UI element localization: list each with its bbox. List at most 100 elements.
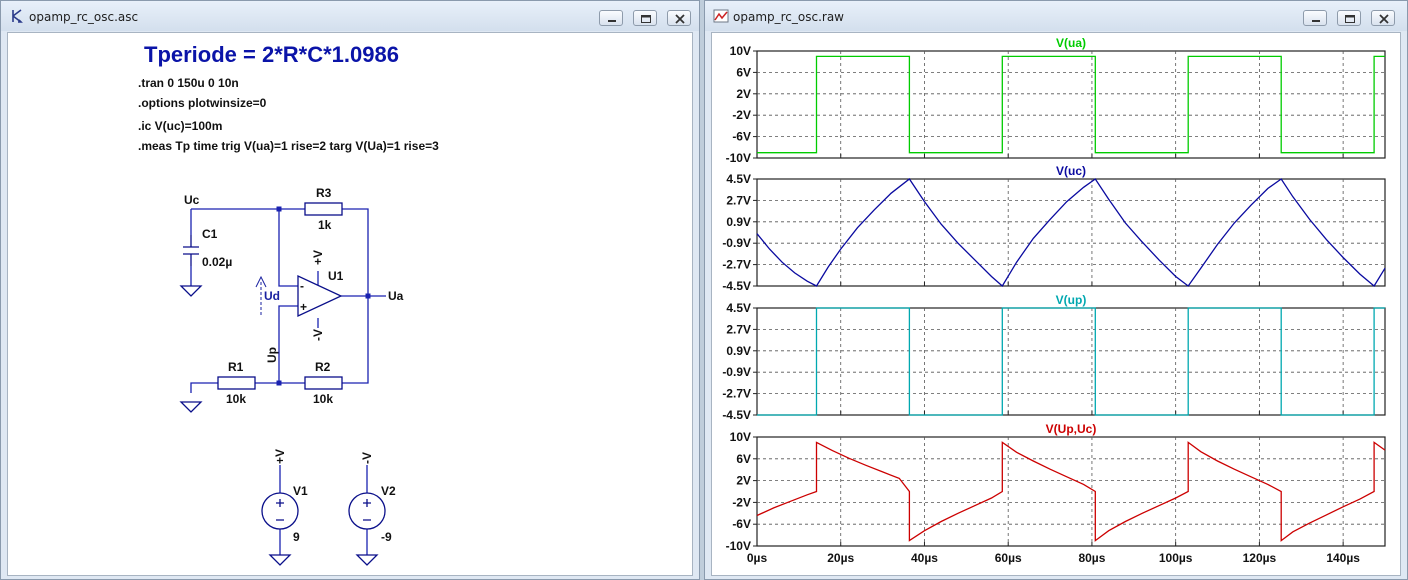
y-tick-label: 6V: [736, 452, 751, 466]
waveform-plots[interactable]: 10V 6V 2V -2V -6V -10V V(ua) 4.5V 2.7V 0.9V -0.9V -…: [712, 33, 1401, 576]
y-tick-label: 0.9V: [726, 215, 751, 229]
maximize-icon: [1345, 15, 1355, 23]
schematic-canvas[interactable]: Tperiode = 2*R*C*1.0986 .tran 0 150u 0 1…: [7, 32, 693, 576]
x-tick-label: 0µs: [747, 551, 768, 565]
waveform-maximize-button[interactable]: [1337, 10, 1361, 26]
minimize-button[interactable]: [599, 10, 623, 26]
waveform-close-button[interactable]: [1371, 10, 1395, 26]
y-tick-label: -2.7V: [722, 387, 751, 401]
y-tick-label: 10V: [730, 430, 751, 444]
waveform-window-title: opamp_rc_osc.raw: [733, 10, 844, 24]
schematic-window[interactable]: opamp_rc_osc.asc Tperiode = 2*R*C*1.0986…: [0, 0, 700, 580]
x-tick-label: 80µs: [1078, 551, 1105, 565]
net-label-up[interactable]: Up: [265, 347, 279, 363]
svg-text:9: 9: [293, 530, 300, 544]
opamp-u1[interactable]: - + U1 +V -V: [297, 250, 344, 341]
x-tick-label: 20µs: [827, 551, 854, 565]
plot-pane-2[interactable]: [756, 178, 1386, 287]
directive-meas[interactable]: .meas Tp time trig V(ua)=1 rise=2 targ V…: [138, 139, 439, 153]
svg-text:R1: R1: [228, 360, 244, 374]
y-tick-label: 4.5V: [726, 301, 751, 315]
waveform-viewer-icon: [713, 9, 729, 23]
ground-symbol-v1: [268, 554, 292, 566]
y-tick-label: -2.7V: [722, 258, 751, 272]
resistor-r2[interactable]: R2 10k: [304, 360, 343, 406]
y-tick-label: 2.7V: [726, 193, 751, 207]
schematic-window-title: opamp_rc_osc.asc: [29, 10, 139, 24]
ground-symbol-c1: [179, 285, 203, 297]
waveform-minimize-button[interactable]: [1303, 10, 1327, 26]
trace-title[interactable]: V(uc): [1056, 164, 1086, 178]
directive-ic[interactable]: .ic V(uc)=100m: [138, 119, 222, 133]
svg-text:10k: 10k: [226, 392, 246, 406]
y-tick-label: 0.9V: [726, 344, 751, 358]
minimize-icon: [1312, 20, 1320, 22]
svg-text:+V: +V: [311, 250, 325, 265]
trace-title[interactable]: V(Up,Uc): [1046, 422, 1097, 436]
plot-pane-1[interactable]: [756, 50, 1386, 159]
svg-text:1k: 1k: [318, 218, 332, 232]
svg-text:U1: U1: [328, 269, 344, 283]
net-label-uc[interactable]: Uc: [184, 193, 200, 207]
ud-voltage-arrow[interactable]: Ud: [255, 275, 280, 315]
svg-text:+: +: [300, 300, 307, 314]
maximize-button[interactable]: [633, 10, 657, 26]
x-tick-label: 140µs: [1326, 551, 1360, 565]
voltage-source-v1[interactable]: V1 9 +V: [261, 449, 308, 544]
trace-title[interactable]: V(ua): [1056, 36, 1086, 50]
plot-pane-4[interactable]: [756, 436, 1386, 547]
ground-symbol-r1: [179, 401, 203, 413]
x-tick-label: 100µs: [1159, 551, 1193, 565]
svg-text:-9: -9: [381, 530, 392, 544]
close-icon: [675, 14, 685, 24]
resistor-r3[interactable]: R3 1k: [304, 186, 343, 232]
waveform-plot-area[interactable]: 10V 6V 2V -2V -6V -10V V(ua) 4.5V 2.7V 0.9V -0.9V -…: [711, 32, 1401, 576]
y-tick-label: -6V: [732, 130, 751, 144]
svg-text:R2: R2: [315, 360, 331, 374]
svg-text:0.02µ: 0.02µ: [202, 255, 232, 269]
waveform-titlebar[interactable]: opamp_rc_osc.raw: [705, 1, 1407, 31]
svg-text:V2: V2: [381, 484, 396, 498]
x-tick-label: 40µs: [911, 551, 938, 565]
x-tick-label: 60µs: [995, 551, 1022, 565]
svg-text:-V: -V: [360, 452, 374, 464]
svg-text:V1: V1: [293, 484, 308, 498]
y-tick-label: 10V: [730, 44, 751, 58]
waveform-window[interactable]: opamp_rc_osc.raw 10V 6V 2V -2V -6V -10V V(ua) 4…: [704, 0, 1408, 580]
close-button[interactable]: [667, 10, 691, 26]
svg-text:10k: 10k: [313, 392, 333, 406]
svg-text:C1: C1: [202, 227, 218, 241]
y-tick-label: -4.5V: [722, 408, 751, 422]
y-tick-label: 4.5V: [726, 172, 751, 186]
directive-tran[interactable]: .tran 0 150u 0 10n: [138, 76, 239, 90]
y-tick-label: -2V: [732, 495, 751, 509]
minimize-icon: [608, 20, 616, 22]
plot-pane-3[interactable]: [756, 307, 1386, 416]
svg-text:Ud: Ud: [264, 289, 280, 303]
y-tick-label: -10V: [726, 151, 751, 165]
directive-options[interactable]: .options plotwinsize=0: [138, 96, 267, 110]
voltage-source-v2[interactable]: V2 -9 -V: [348, 452, 396, 544]
y-tick-label: 2V: [736, 474, 751, 488]
y-tick-label: -4.5V: [722, 279, 751, 293]
schematic-title-text[interactable]: Tperiode = 2*R*C*1.0986: [144, 42, 399, 67]
svg-text:R3: R3: [316, 186, 332, 200]
svg-text:+V: +V: [273, 449, 287, 464]
y-tick-label: -0.9V: [722, 365, 751, 379]
y-tick-label: -2V: [732, 108, 751, 122]
ground-symbol-v2: [355, 554, 379, 566]
schematic-titlebar[interactable]: opamp_rc_osc.asc: [1, 1, 699, 31]
trace-title[interactable]: V(up): [1056, 293, 1087, 307]
y-tick-label: -0.9V: [722, 236, 751, 250]
y-tick-label: -6V: [732, 517, 751, 531]
close-icon: [1379, 14, 1389, 24]
maximize-icon: [641, 15, 651, 23]
ltspice-schematic-icon: [12, 9, 23, 23]
net-label-ua[interactable]: Ua: [388, 289, 404, 303]
y-tick-label: 6V: [736, 65, 751, 79]
y-tick-label: 2V: [736, 87, 751, 101]
resistor-r1[interactable]: R1 10k: [217, 360, 256, 406]
x-tick-label: 120µs: [1243, 551, 1277, 565]
svg-text:-: -: [300, 279, 304, 293]
y-tick-label: 2.7V: [726, 322, 751, 336]
